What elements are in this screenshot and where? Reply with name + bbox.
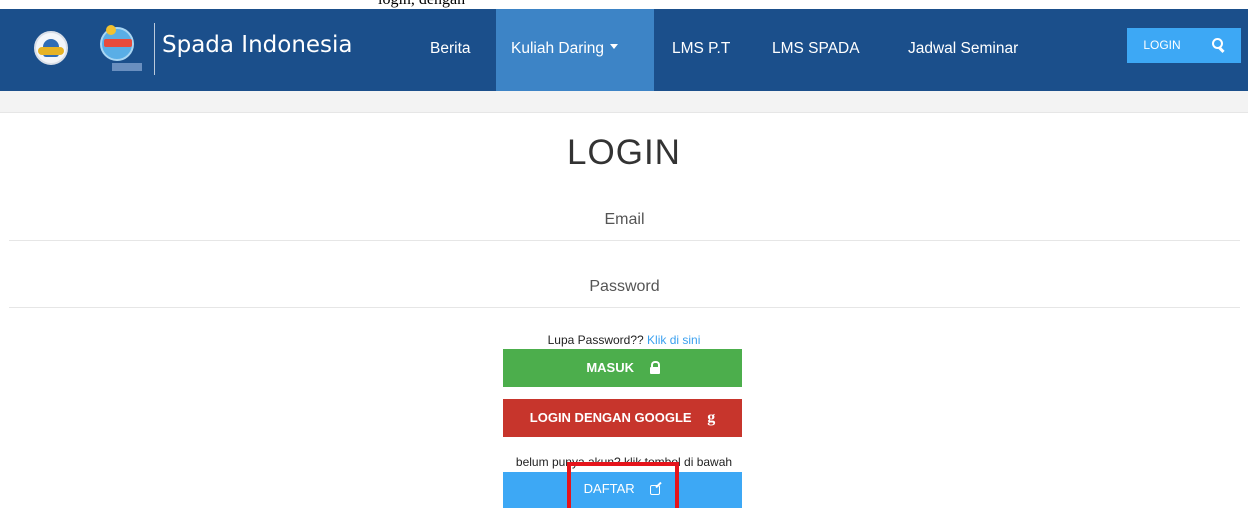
nav-item-label: Berita xyxy=(430,40,471,57)
top-strip: login, dengan xyxy=(0,0,1248,9)
login-google-label: LOGIN DENGAN GOOGLE xyxy=(529,410,692,425)
nav-item-label: Kuliah Daring xyxy=(511,40,605,57)
nav-item-berita[interactable]: Berita xyxy=(430,9,471,91)
clipped-heading-text: login, dengan xyxy=(378,0,465,9)
masuk-button[interactable]: MASUK xyxy=(503,349,742,387)
caret-down-icon xyxy=(610,44,619,50)
forgot-password-text: Lupa Password?? Klik di sini xyxy=(0,332,1248,348)
google-icon: g xyxy=(707,409,716,426)
search-icon xyxy=(1212,38,1225,54)
spada-logo[interactable] xyxy=(96,23,148,73)
nav-item-jadwal-seminar[interactable]: Jadwal Seminar xyxy=(908,9,1018,91)
masuk-label: MASUK xyxy=(586,360,635,375)
page-title: LOGIN xyxy=(567,133,681,172)
forgot-password-link[interactable]: Klik di sini xyxy=(647,333,700,347)
navbar-login-button[interactable]: LOGIN xyxy=(1127,28,1197,63)
nav-item-label: Jadwal Seminar xyxy=(908,40,1019,57)
kemendikbud-logo[interactable] xyxy=(34,31,68,65)
navbar: Spada Indonesia Berita Kuliah Daring LMS… xyxy=(0,9,1248,91)
nav-item-lms-spada[interactable]: LMS SPADA xyxy=(772,9,860,91)
nav-item-label: LMS P.T xyxy=(672,40,731,57)
unlock-icon xyxy=(649,361,660,374)
password-field[interactable]: Password xyxy=(9,266,1240,308)
nav-item-lms-pt[interactable]: LMS P.T xyxy=(672,9,730,91)
brand-separator xyxy=(154,23,155,75)
nav-item-kuliah-daring[interactable]: Kuliah Daring xyxy=(496,9,654,91)
email-field[interactable]: Email xyxy=(9,199,1240,241)
highlight-box xyxy=(567,462,679,508)
nav-item-label: LMS SPADA xyxy=(772,40,860,57)
brand-name[interactable]: Spada Indonesia xyxy=(162,29,353,61)
subheader-bar xyxy=(0,91,1248,113)
search-button[interactable] xyxy=(1197,28,1241,63)
forgot-password-label: Lupa Password?? xyxy=(547,333,644,347)
login-google-button[interactable]: LOGIN DENGAN GOOGLE g xyxy=(503,399,742,437)
